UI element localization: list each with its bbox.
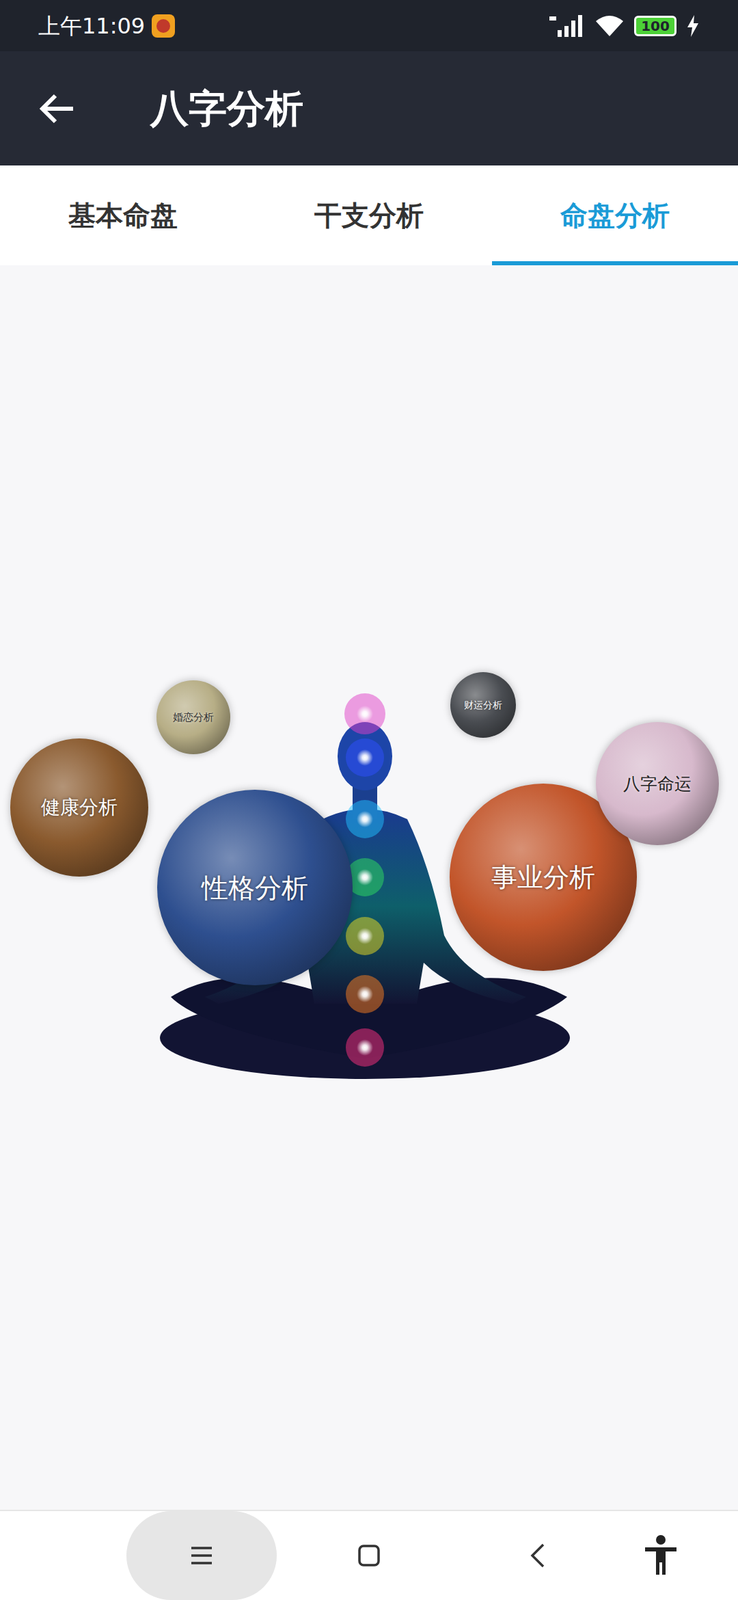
back-nav-button[interactable] [517,1534,559,1576]
planet-button[interactable]: 八字命运 [595,721,719,845]
tab-bar: 基本命盘 干支分析 命盘分析 [0,165,738,266]
planet-label: 健康分析 [41,797,118,817]
signal-icon [548,13,585,39]
analysis-canvas: 婚恋分析 财运分析健康分析性格分析 事业分析 八字命运 [0,265,738,1509]
wifi-icon [594,14,625,38]
tab[interactable]: 命盘分析 [492,165,738,266]
planet-label: 八字命运 [623,774,692,792]
planet-button[interactable]: 健康分析 [10,738,149,877]
battery-level: 100 [640,19,670,33]
planet-button[interactable]: 财运分析 [450,671,516,738]
battery-icon: 100 [634,15,677,37]
back-arrow-icon [38,92,76,125]
status-bar: 上午11:09 100 [0,0,738,52]
tab-indicator [492,261,738,266]
tab-label: 干支分析 [314,194,424,236]
home-button[interactable] [348,1534,390,1576]
clock: 上午11:09 [38,9,145,43]
menu-icon [189,1544,214,1565]
accessibility-button[interactable] [640,1530,682,1579]
planet-label: 事业分析 [491,863,596,890]
planet-label: 财运分析 [463,699,503,710]
planet-label: 婚恋分析 [172,712,214,723]
app-notification-icon [151,14,175,38]
accessibility-icon [643,1534,678,1576]
tab[interactable]: 基本命盘 [0,165,246,266]
menu-button[interactable] [126,1510,277,1599]
home-icon [357,1542,381,1567]
planet-label: 性格分析 [201,873,309,901]
screen: 上午11:09 100 八字分析 基本命盘 干支分析 命盘分析 [0,0,738,1599]
planet-button[interactable]: 性格分析 [157,789,353,985]
planet-button[interactable]: 婚恋分析 [156,679,231,754]
tab-label: 命盘分析 [560,194,670,236]
app-bar: 八字分析 [0,51,738,166]
navigation-bar [0,1508,738,1599]
back-icon [529,1541,546,1568]
tab[interactable]: 干支分析 [246,165,492,266]
tab-label: 基本命盘 [68,194,178,236]
back-button[interactable] [0,92,115,125]
page-title: 八字分析 [150,79,304,138]
charging-icon [686,15,700,37]
